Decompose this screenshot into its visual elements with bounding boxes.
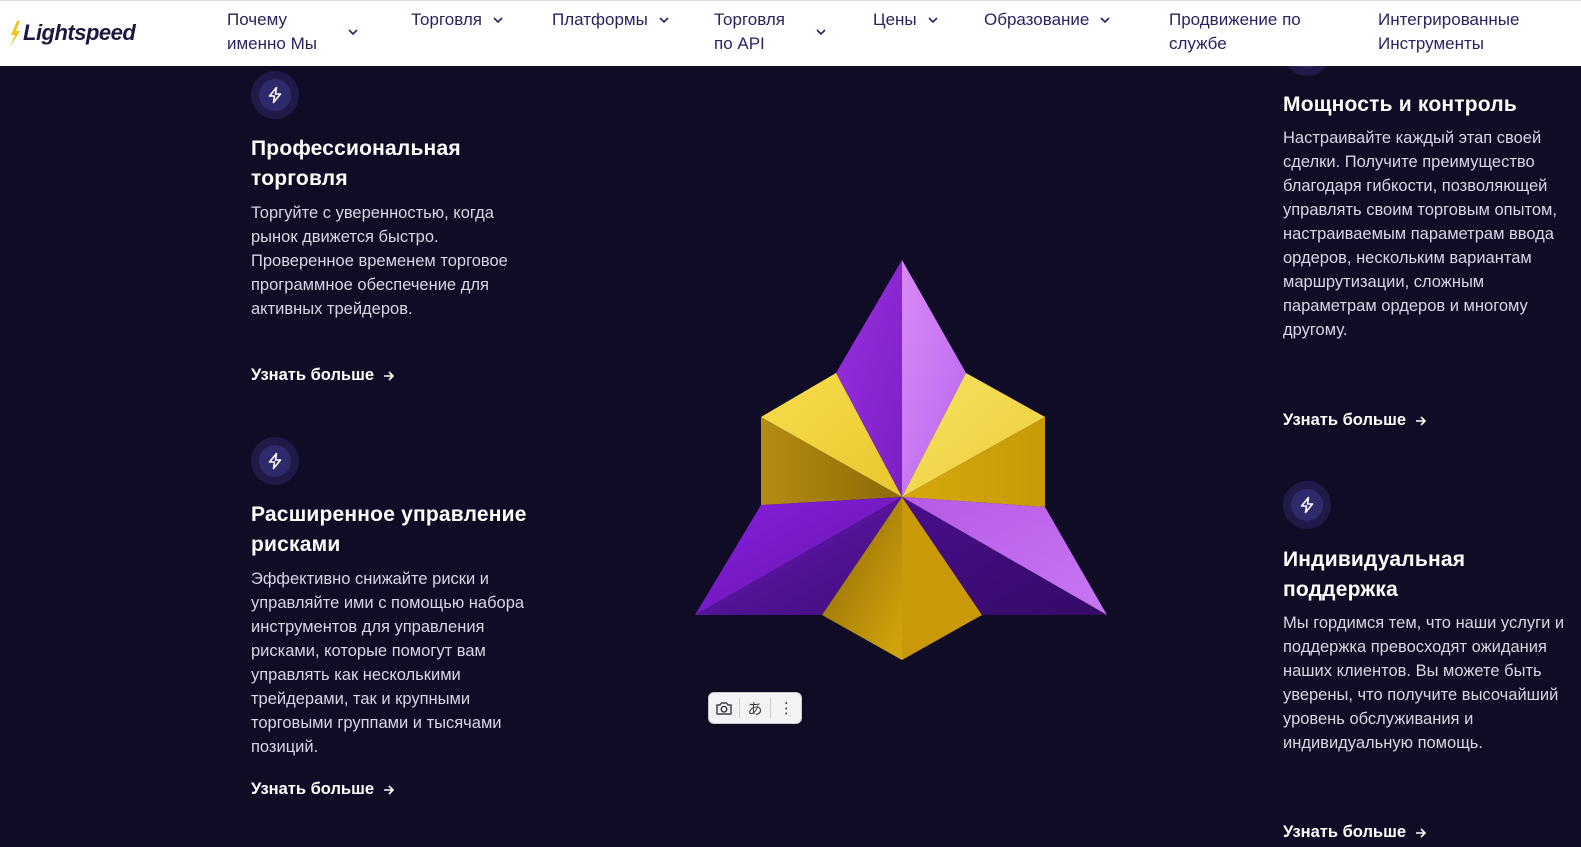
nav-item-trading[interactable]: Торговля (411, 8, 504, 32)
nav-item-integrated-tools[interactable]: Интегрированные Инструменты (1378, 8, 1519, 56)
nav-item-platforms[interactable]: Платформы (552, 8, 670, 32)
toolbar-divider (738, 698, 740, 718)
learn-more-label: Узнать больше (1283, 411, 1407, 429)
nav-item-label: Торговля по API (714, 10, 786, 53)
learn-more-link-pro-trading[interactable]: Узнать больше (251, 366, 396, 385)
lightning-icon (268, 452, 282, 470)
logo-text: Lightspeed (23, 20, 136, 45)
lens-icon (715, 702, 732, 715)
nav-item-label: Интегрированные Инструменты (1378, 10, 1520, 53)
translate-button[interactable]: あ (741, 695, 769, 721)
nav-item-education[interactable]: Образование (984, 8, 1111, 32)
chevron-down-icon (348, 29, 358, 36)
arrow-right-icon (1416, 827, 1427, 838)
nav-item-why-us[interactable]: Почему именно Мы (227, 8, 359, 56)
arrow-right-icon (1416, 415, 1427, 426)
learn-more-label: Узнать больше (251, 366, 375, 384)
nav-item-promotions[interactable]: Продвижение по службе (1169, 8, 1301, 56)
camera-search-icon[interactable] (710, 695, 738, 721)
learn-more-link-risk-management[interactable]: Узнать больше (251, 780, 396, 799)
feature-text-support: Мы гордимся тем, что наши услуги и подде… (1283, 614, 1565, 752)
feature-title-risk-management: Расширенное управление рисками (251, 503, 527, 556)
feature-icon-pro-trading (251, 71, 299, 119)
feature-title-pro-trading: Профессиональная торговля (251, 137, 461, 190)
top-navigation-bar: Lightspeed Почему именно Мы Торговля Пла… (0, 0, 1581, 66)
feature-icon-risk-management (251, 437, 299, 485)
nav-item-label: Почему именно Мы (227, 10, 317, 53)
lightning-icon (1300, 496, 1314, 514)
arrow-right-icon (384, 784, 395, 795)
chevron-down-icon (1100, 17, 1110, 24)
toolbar-divider (770, 698, 772, 718)
nav-item-label: Продвижение по службе (1169, 10, 1301, 53)
lightspeed-logo[interactable]: Lightspeed (8, 15, 136, 51)
nav-item-pricing[interactable]: Цены (873, 8, 939, 32)
arrow-right-icon (384, 370, 395, 381)
learn-more-label: Узнать больше (251, 780, 375, 798)
logo-bolt-icon (10, 21, 20, 47)
feature-title-power-control: Мощность и контроль (1283, 93, 1517, 116)
lightning-icon (268, 86, 282, 104)
nav-item-api-trading[interactable]: Торговля по API (714, 8, 827, 56)
feature-text-risk-management: Эффективно снижайте риски и управляйте и… (251, 570, 525, 756)
learn-more-label: Узнать больше (1283, 823, 1407, 841)
nav-item-label: Торговля (411, 10, 483, 29)
hero-star-graphic (695, 260, 1107, 660)
nav-item-label: Цены (873, 10, 917, 29)
feature-title-support: Индивидуальная поддержка (1283, 548, 1466, 601)
chevron-down-icon (816, 29, 826, 36)
chevron-down-icon (659, 17, 669, 24)
more-options-icon[interactable]: ⋮ (772, 695, 800, 721)
nav-item-label: Образование (984, 10, 1090, 29)
learn-more-link-power-control[interactable]: Узнать больше (1283, 411, 1428, 430)
chevron-down-icon (493, 17, 503, 24)
learn-more-link-support[interactable]: Узнать больше (1283, 823, 1428, 842)
nav-item-label: Платформы (552, 10, 648, 29)
chevron-down-icon (928, 17, 938, 24)
feature-icon-support (1283, 481, 1331, 529)
image-translate-toolbar: あ ⋮ (708, 692, 802, 724)
feature-text-power-control: Настраивайте каждый этап своей сделки. П… (1283, 129, 1557, 339)
feature-text-pro-trading: Торгуйте с уверенностью, когда рынок дви… (251, 204, 508, 318)
